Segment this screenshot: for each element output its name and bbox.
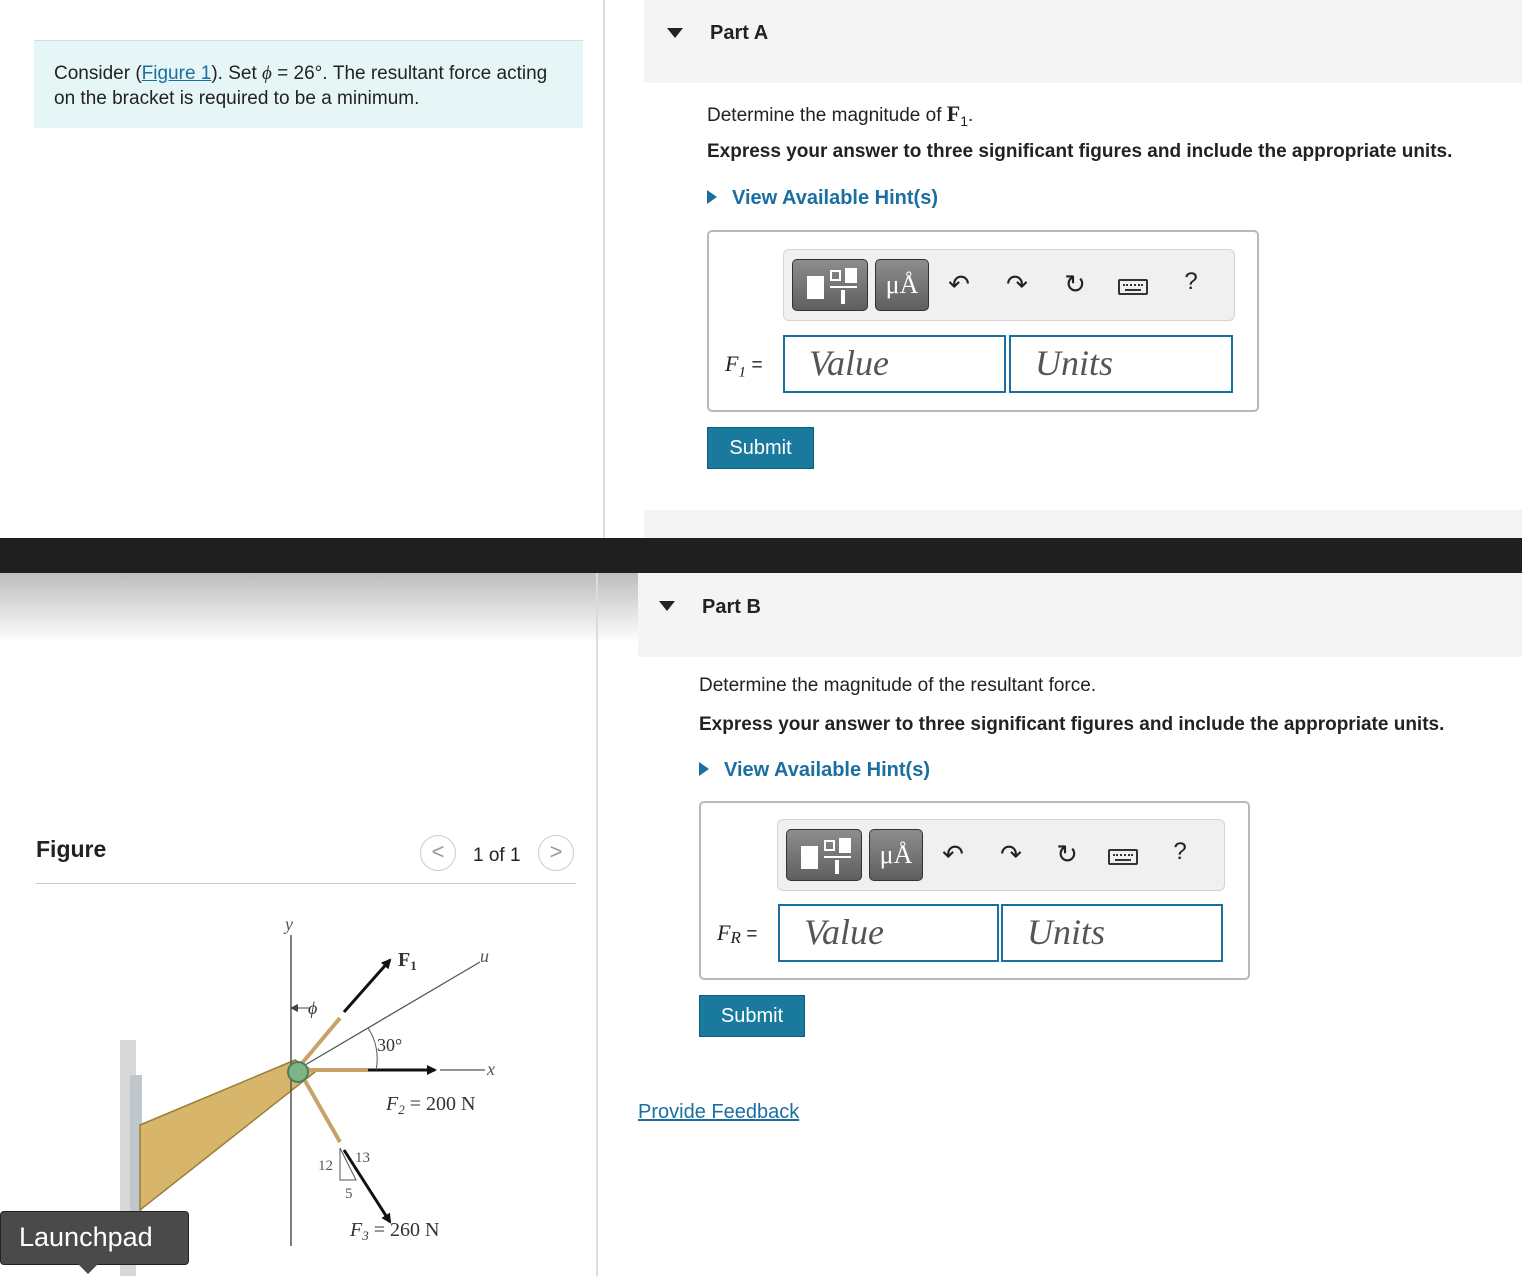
figure-link[interactable]: Figure 1 [142, 63, 212, 84]
part-a-instruction: Express your answer to three significant… [707, 141, 1453, 162]
templates-icon[interactable] [786, 829, 862, 881]
problem-mid: ). Set [211, 63, 263, 84]
part-a-submit-button[interactable]: Submit [707, 427, 814, 469]
units-icon[interactable]: μÅ [869, 829, 923, 881]
part-b-header[interactable]: Part B [638, 573, 1522, 657]
part-a-units-input[interactable]: Units [1009, 335, 1233, 393]
keyboard-icon[interactable] [1108, 849, 1138, 865]
f1-arrow [342, 958, 392, 1013]
reset-icon[interactable]: ↻ [1060, 269, 1090, 300]
f1-equals: = [751, 355, 763, 376]
u-axis-label: u [480, 946, 489, 966]
part-a-title: Part A [710, 22, 769, 44]
part-b-header-peek [644, 510, 1522, 538]
collapse-triangle-icon[interactable] [667, 28, 683, 38]
part-a-question-suffix: . [968, 105, 974, 126]
part-a-toolbar: μÅ ↶ ↷ ↻ ? [783, 249, 1235, 321]
ring-connector [287, 1061, 309, 1083]
part-a-hint-link[interactable]: View Available Hint(s) [732, 187, 938, 210]
f1-label-main: F [725, 351, 739, 376]
undo-icon[interactable]: ↶ [938, 839, 968, 870]
part-b-units-input[interactable]: Units [1001, 904, 1223, 962]
part-a-question-prefix: Determine the magnitude of [707, 105, 947, 126]
part-b-question: Determine the magnitude of the resultant… [699, 675, 1097, 696]
prev-figure-button[interactable]: < [420, 835, 456, 871]
slope-5: 5 [345, 1186, 353, 1202]
window-separator-bar [0, 538, 1522, 573]
launchpad-pointer [78, 1264, 98, 1274]
part-a-value-input[interactable]: Value [783, 335, 1006, 393]
redo-icon[interactable]: ↷ [996, 839, 1026, 870]
fr-label-sub: R [730, 928, 741, 947]
help-icon[interactable]: ? [1165, 838, 1195, 866]
part-b-answer-box: μÅ ↶ ↷ ↻ ? FR = Value Units [699, 801, 1250, 980]
undo-icon[interactable]: ↶ [944, 269, 974, 300]
slope-12: 12 [318, 1158, 333, 1174]
f1-label: F1 = [725, 351, 763, 381]
angle-arc [367, 1027, 378, 1071]
part-a-header[interactable]: Part A [644, 0, 1522, 83]
rope-f3 [298, 1071, 342, 1143]
hint-expand-icon[interactable] [699, 762, 709, 776]
part-a-question: Determine the magnitude of F1. [707, 101, 973, 129]
phi-label: ϕ [308, 998, 317, 1018]
part-a-answer-box: μÅ ↶ ↷ ↻ ? F1 = Value Units [707, 230, 1259, 412]
pane-divider [596, 573, 598, 1276]
angle-label: 30° [377, 1035, 402, 1055]
problem-prefix: Consider ( [54, 63, 142, 84]
f3-figure-label-main: F [349, 1219, 363, 1241]
fr-equals: = [746, 924, 758, 945]
reset-icon[interactable]: ↻ [1052, 839, 1082, 870]
launchpad-button[interactable]: Launchpad [0, 1211, 189, 1265]
figure-divider [36, 883, 576, 884]
templates-icon[interactable] [792, 259, 868, 311]
f1-figure-label-sub: 1 [410, 958, 417, 973]
units-icon[interactable]: μÅ [875, 259, 929, 311]
bracket-arm [139, 1059, 317, 1212]
problem-statement: Consider (Figure 1). Set ϕ = 26°. The re… [54, 61, 554, 111]
slope-13: 13 [355, 1150, 370, 1166]
part-b-title: Part B [702, 596, 761, 618]
next-figure-button[interactable]: > [538, 835, 574, 871]
help-icon[interactable]: ? [1176, 268, 1206, 296]
f2-figure-label: F2 = 200 N [385, 1093, 475, 1117]
f1-figure-label-main: F [398, 949, 410, 971]
part-b-instruction: Express your answer to three significant… [699, 714, 1445, 735]
fr-label: FR = [717, 920, 757, 948]
part-b-submit-button[interactable]: Submit [699, 995, 805, 1037]
x-axis-label: x [486, 1059, 495, 1079]
rope-f1 [296, 1016, 342, 1070]
pane-divider [603, 0, 605, 538]
f1-figure-label: F1 [398, 949, 417, 973]
part-b-value-input[interactable]: Value [778, 904, 999, 962]
collapse-triangle-icon[interactable] [659, 601, 675, 611]
f1-label-sub: 1 [738, 364, 746, 381]
f2-figure-label-main: F [385, 1093, 399, 1115]
part-b-hint-link[interactable]: View Available Hint(s) [724, 759, 930, 782]
fr-label-main: F [717, 920, 731, 945]
hint-expand-icon[interactable] [707, 190, 717, 204]
f3-figure-value: = 260 N [369, 1219, 440, 1241]
part-a-question-var: F [946, 101, 961, 126]
provide-feedback-link[interactable]: Provide Feedback [638, 1101, 799, 1124]
phi-symbol: ϕ [262, 63, 272, 84]
f3-figure-label: F3 = 260 N [349, 1219, 439, 1243]
redo-icon[interactable]: ↷ [1002, 269, 1032, 300]
problem-statement-box: Consider (Figure 1). Set ϕ = 26°. The re… [34, 40, 583, 128]
part-a-question-sub: 1 [960, 112, 968, 129]
figure-title: Figure [36, 836, 107, 862]
keyboard-icon[interactable] [1118, 279, 1148, 295]
f2-figure-value: = 200 N [405, 1093, 476, 1115]
part-b-toolbar: μÅ ↶ ↷ ↻ ? [777, 819, 1225, 891]
y-axis-label: y [283, 914, 293, 934]
figure-pager: 1 of 1 [473, 845, 521, 866]
